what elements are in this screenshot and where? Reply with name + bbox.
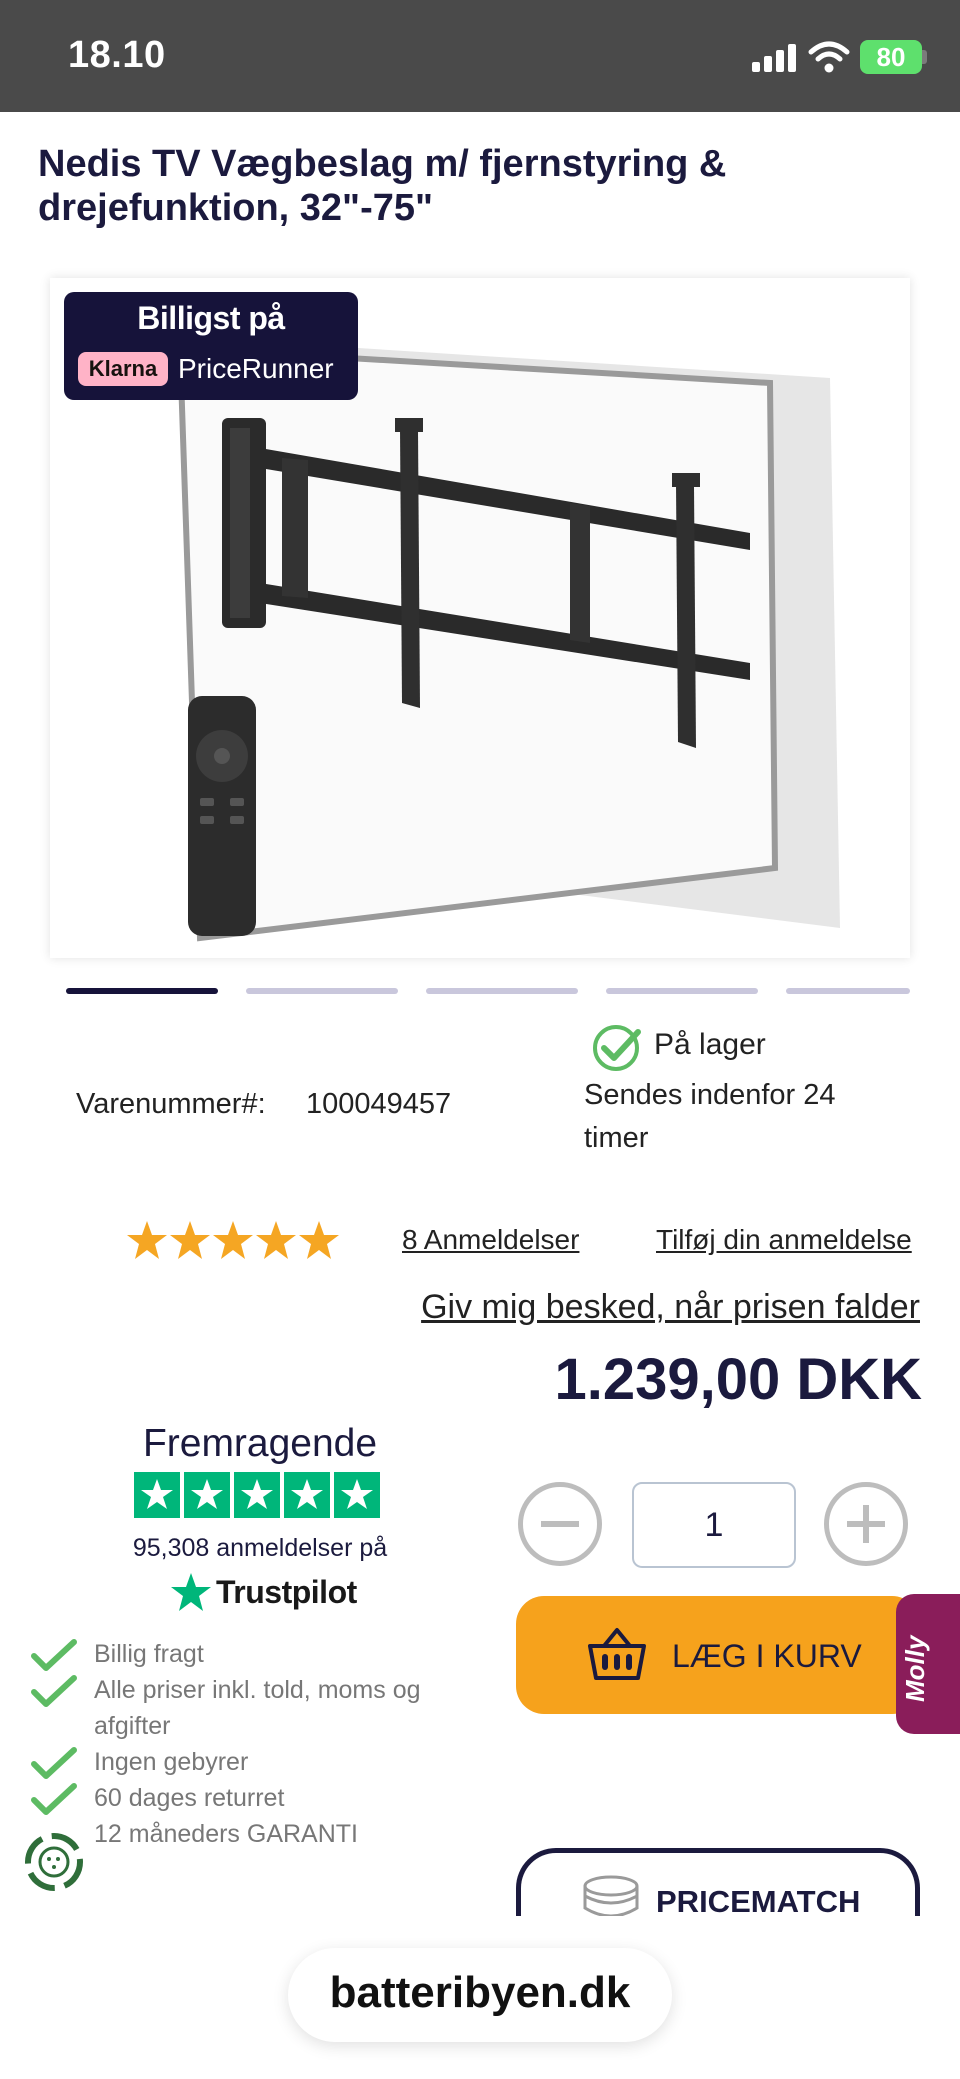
benefit-text: Alle priser inkl. told, moms og afgifter	[94, 1676, 421, 1740]
wifi-icon	[808, 41, 850, 73]
status-time: 18.10	[68, 34, 166, 76]
pricematch-label: PRICEMATCH	[656, 1884, 861, 1919]
trustpilot-rating-text: Fremragende	[142, 1422, 378, 1465]
check-icon	[31, 1747, 77, 1779]
product-price: 1.239,00 DKK	[554, 1347, 922, 1412]
trustpilot-star-icon	[171, 1573, 211, 1611]
quantity-increase-button[interactable]	[824, 1482, 908, 1566]
price-drop-notify-link[interactable]: Giv mig besked, når prisen falder	[380, 1288, 920, 1327]
stock-status: På lager	[654, 1028, 766, 1061]
plus-icon	[847, 1505, 885, 1543]
address-bar-url: batteribyen.dk	[329, 1968, 631, 2017]
gallery-dot[interactable]	[786, 988, 910, 994]
check-icon	[31, 1675, 77, 1707]
recycle-warranty-icon[interactable]	[18, 1826, 90, 1898]
sku-label: Varenummer#:	[76, 1088, 266, 1120]
trustpilot-review-count: 95,308 anmeldelser på	[132, 1534, 388, 1562]
reviews-link[interactable]: 8 Anmeldelser	[402, 1224, 579, 1256]
sku-value: 100049457	[306, 1088, 452, 1120]
add-review-link[interactable]: Tilføj din anmeldelse	[656, 1224, 912, 1256]
check-icon	[31, 1639, 77, 1671]
quantity-input[interactable]: 1	[632, 1482, 796, 1568]
benefit-text: 60 dages returret	[94, 1784, 285, 1812]
chat-widget-label: Molly	[900, 1635, 930, 1702]
coins-icon	[583, 1875, 639, 1918]
benefit-text: 12 måneders GARANTI	[94, 1820, 358, 1848]
minus-icon	[541, 1521, 579, 1527]
pricerunner-logo: PriceRunner	[178, 353, 334, 384]
gallery-dot[interactable]	[606, 988, 758, 994]
in-stock-check-icon	[593, 1025, 641, 1071]
gallery-dot[interactable]	[246, 988, 398, 994]
pricerunner-badge-title: Billigst på	[137, 300, 285, 336]
product-title: Nedis TV Vægbeslag m/ fjernstyring & dre…	[38, 143, 727, 229]
gallery-dot[interactable]	[426, 988, 578, 994]
battery-tip	[922, 50, 927, 64]
benefit-text: Billig fragt	[94, 1640, 204, 1668]
gallery-dot[interactable]	[66, 988, 218, 994]
signal-icon	[752, 44, 798, 72]
rating-stars	[127, 1221, 339, 1259]
add-to-cart-label: LÆG I KURV	[672, 1638, 862, 1674]
shipping-time: Sendes indenfor 24 timer	[584, 1079, 836, 1154]
quantity-decrease-button[interactable]	[518, 1482, 602, 1566]
trustpilot-stars	[134, 1472, 380, 1518]
battery-icon: 80	[860, 40, 922, 74]
basket-icon	[588, 1628, 646, 1680]
benefit-text: Ingen gebyrer	[94, 1748, 249, 1776]
check-icon	[31, 1783, 77, 1815]
klarna-logo: Klarna	[78, 352, 168, 386]
trustpilot-logo: Trustpilot	[216, 1574, 357, 1610]
